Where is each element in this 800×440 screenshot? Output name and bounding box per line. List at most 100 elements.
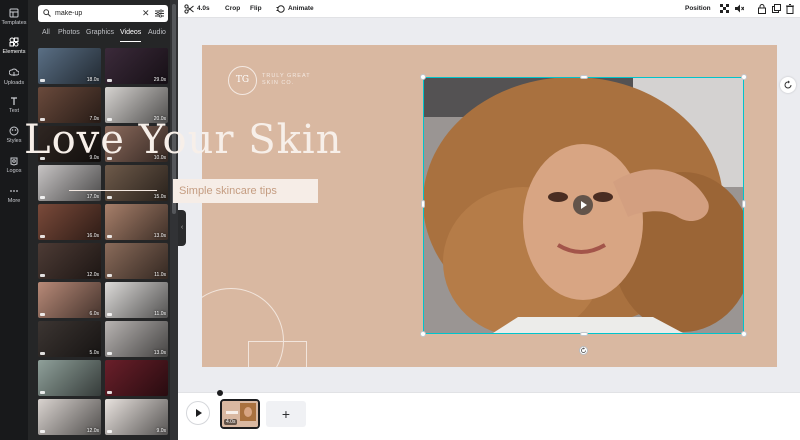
filter-icon[interactable] xyxy=(155,9,164,18)
video-thumbnail[interactable]: 12.0s xyxy=(38,399,101,435)
tab-photos[interactable]: Photos xyxy=(58,28,80,42)
rotate-handle[interactable] xyxy=(579,346,588,355)
video-camera-icon xyxy=(40,391,45,394)
play-button[interactable] xyxy=(186,401,210,425)
video-camera-icon xyxy=(107,430,112,433)
video-camera-icon xyxy=(40,274,45,277)
video-results-grid: 18.0s 29.0s 7.0s 20.0s 9.0s 10.0s 17.0s 15.0s 16… xyxy=(38,48,169,440)
resize-handle-top-left[interactable] xyxy=(420,74,426,80)
rail-item-more[interactable]: More xyxy=(0,186,28,204)
play-icon xyxy=(196,409,202,417)
video-play-button[interactable] xyxy=(573,195,593,215)
video-thumbnail[interactable]: 15.0s xyxy=(105,165,168,201)
decorative-square[interactable] xyxy=(248,341,307,367)
brand-logo[interactable]: TG xyxy=(228,66,257,95)
video-camera-icon xyxy=(107,196,112,199)
rail-label: Styles xyxy=(6,138,22,144)
video-thumbnail[interactable]: 13.0s xyxy=(105,321,168,357)
video-duration: 12.0s xyxy=(86,428,99,434)
resize-handle-bottom[interactable] xyxy=(580,332,588,336)
tab-all[interactable]: All xyxy=(42,28,50,42)
flip-button[interactable]: Flip xyxy=(250,4,262,14)
rotate-icon xyxy=(581,347,586,353)
clear-icon[interactable]: ✕ xyxy=(142,8,150,18)
video-camera-icon xyxy=(40,196,45,199)
playhead-marker[interactable] xyxy=(217,390,223,396)
video-duration: 29.0s xyxy=(153,77,166,83)
duration-button[interactable]: 4.0s xyxy=(197,4,210,14)
logos-icon xyxy=(10,157,18,166)
video-camera-icon xyxy=(107,352,112,355)
search-input[interactable] xyxy=(55,7,135,20)
search-box[interactable]: ✕ xyxy=(38,5,168,22)
video-camera-icon xyxy=(107,391,112,394)
rail-item-templates[interactable]: Templates xyxy=(0,8,28,26)
collapse-panel-button[interactable]: ‹ xyxy=(178,210,186,246)
resize-handle-right[interactable] xyxy=(742,200,746,208)
refresh-button[interactable] xyxy=(780,77,796,93)
video-thumbnail[interactable]: 9.0s xyxy=(105,399,168,435)
video-thumbnail[interactable]: 17.0s xyxy=(38,165,101,201)
video-thumbnail[interactable]: 13.0s xyxy=(105,204,168,240)
resize-handle-bottom-right[interactable] xyxy=(741,331,747,337)
resize-handle-left[interactable] xyxy=(421,200,425,208)
rail-label: Uploads xyxy=(3,80,25,86)
elements-panel: ✕ All Photos Graphics Videos Audio 18.0s… xyxy=(28,0,178,440)
video-duration: 6.0s xyxy=(89,311,99,317)
video-thumbnail[interactable]: 18.0s xyxy=(38,48,101,84)
refresh-icon xyxy=(784,80,792,89)
video-thumbnail[interactable]: 11.0s xyxy=(105,282,168,318)
duplicate-icon[interactable] xyxy=(772,4,781,13)
video-thumbnail[interactable]: 12.0s xyxy=(38,243,101,279)
position-button[interactable]: Position xyxy=(685,4,711,14)
video-thumbnail[interactable]: 5.0s xyxy=(38,321,101,357)
video-camera-icon xyxy=(107,79,112,82)
animate-button[interactable]: Animate xyxy=(288,4,314,14)
add-page-button[interactable]: + xyxy=(266,401,306,427)
video-duration: 13.0s xyxy=(153,233,166,239)
lock-icon[interactable] xyxy=(758,4,766,14)
video-camera-icon xyxy=(40,313,45,316)
headline-text[interactable]: Love Your Skin xyxy=(24,117,342,163)
video-thumbnail[interactable]: 16.0s xyxy=(38,204,101,240)
brand-tagline[interactable]: SKIN CO. xyxy=(262,80,294,86)
resize-handle-bottom-left[interactable] xyxy=(420,331,426,337)
scissors-icon[interactable] xyxy=(184,4,194,14)
rail-label: Elements xyxy=(2,49,26,55)
rail-item-uploads[interactable]: Uploads xyxy=(0,68,28,86)
rail-label: More xyxy=(7,198,21,204)
delete-icon[interactable] xyxy=(786,4,794,14)
rail-label: Templates xyxy=(1,20,27,26)
decorative-line[interactable] xyxy=(69,190,157,191)
tab-graphics[interactable]: Graphics xyxy=(86,28,114,42)
timeline-bar: 4.0s + xyxy=(178,390,800,440)
video-camera-icon xyxy=(107,274,112,277)
resize-handle-top[interactable] xyxy=(580,75,588,79)
video-duration: 12.0s xyxy=(86,272,99,278)
tab-audio[interactable]: Audio xyxy=(148,28,166,42)
rail-item-elements[interactable]: Elements xyxy=(0,37,28,55)
timeline-clip[interactable]: 4.0s xyxy=(220,399,260,429)
tab-videos[interactable]: Videos xyxy=(120,28,142,42)
crop-button[interactable]: Crop xyxy=(225,4,240,14)
category-tabs: All Photos Graphics Videos Audio xyxy=(38,28,178,42)
transparency-icon[interactable] xyxy=(720,4,729,13)
video-camera-icon xyxy=(40,79,45,82)
video-camera-icon xyxy=(107,235,112,238)
video-duration: 17.0s xyxy=(86,194,99,200)
elements-icon xyxy=(9,37,19,47)
video-thumbnail[interactable]: 29.0s xyxy=(105,48,168,84)
video-thumbnail[interactable] xyxy=(38,360,101,396)
volume-icon[interactable] xyxy=(735,4,744,13)
resize-handle-top-right[interactable] xyxy=(741,74,747,80)
video-duration: 18.0s xyxy=(86,77,99,83)
animate-icon xyxy=(276,5,285,13)
video-thumbnail[interactable] xyxy=(105,360,168,396)
video-thumbnail[interactable]: 6.0s xyxy=(38,282,101,318)
rail-item-text[interactable]: Text xyxy=(0,96,28,114)
rail-label: Text xyxy=(8,108,20,114)
subtitle-text[interactable]: Simple skincare tips xyxy=(173,179,318,203)
brand-name[interactable]: TRULY GREAT xyxy=(262,73,311,79)
video-thumbnail[interactable]: 11.0s xyxy=(105,243,168,279)
uploads-icon xyxy=(9,68,19,76)
